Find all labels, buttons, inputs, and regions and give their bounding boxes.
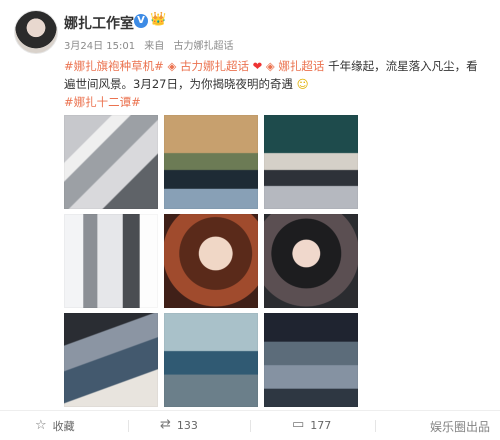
source-link[interactable]: 古力娜扎超话 — [173, 41, 233, 52]
collect-button[interactable]: ☆ 收藏 — [35, 418, 75, 434]
photo-thumbnail[interactable] — [64, 115, 158, 209]
super-topic-icon: ◈ — [167, 59, 177, 73]
super-topic-link[interactable]: 娜扎超话 — [278, 59, 324, 73]
post-text: #娜扎旗袍种草机# ◈ 古力娜扎超话 ❤ ◈ 娜扎超话 千年缘起，流星落入凡尘，… — [64, 57, 479, 111]
photo-thumbnail[interactable] — [264, 214, 358, 308]
watermark: 娱乐圈出品 — [429, 420, 490, 434]
hashtag-link[interactable]: #娜扎十二谭# — [64, 95, 141, 109]
super-topic-link[interactable]: 古力娜扎超话 — [180, 59, 249, 73]
repost-icon: ⇄ — [160, 417, 171, 432]
photo-thumbnail[interactable] — [264, 115, 358, 209]
comment-button[interactable]: ▭ 177 — [292, 418, 331, 432]
heart-icon: ❤ — [252, 59, 263, 73]
post-meta: 3月24日 15:01 来自 古力娜扎超话 — [64, 37, 239, 52]
verified-icon: V — [134, 14, 148, 28]
star-icon: ☆ — [35, 418, 47, 433]
post-time[interactable]: 3月24日 15:01 — [64, 41, 135, 52]
username[interactable]: 娜扎工作室 — [64, 13, 134, 33]
divider — [0, 410, 500, 411]
avatar[interactable] — [14, 10, 58, 54]
photo-thumbnail[interactable] — [164, 313, 258, 407]
comment-icon: ▭ — [292, 417, 305, 432]
photo-thumbnail[interactable] — [264, 313, 358, 407]
repost-count: 133 — [176, 418, 198, 432]
photo-thumbnail[interactable] — [164, 214, 258, 308]
super-topic-icon: ◈ — [265, 59, 275, 73]
separator — [375, 420, 376, 432]
photo-thumbnail[interactable] — [64, 313, 158, 407]
smile-icon: ☺ — [296, 77, 309, 91]
collect-label: 收藏 — [52, 420, 75, 433]
repost-button[interactable]: ⇄ 133 — [160, 418, 198, 432]
separator — [250, 420, 251, 432]
hashtag-link[interactable]: #娜扎旗袍种草机# — [64, 59, 164, 73]
source-prefix: 来自 — [144, 41, 165, 52]
photo-grid — [64, 115, 358, 407]
like-count: 177 — [310, 418, 332, 432]
photo-thumbnail[interactable] — [64, 214, 158, 308]
action-bar: ☆ 收藏 ⇄ 133 ▭ 177 — [0, 414, 500, 440]
photo-thumbnail[interactable] — [164, 115, 258, 209]
crown-icon: 👑 — [150, 12, 167, 27]
separator — [128, 420, 129, 432]
weibo-post-card: 娜扎工作室 V 👑 3月24日 15:01 来自 古力娜扎超话 #娜扎旗袍种草机… — [0, 0, 500, 440]
